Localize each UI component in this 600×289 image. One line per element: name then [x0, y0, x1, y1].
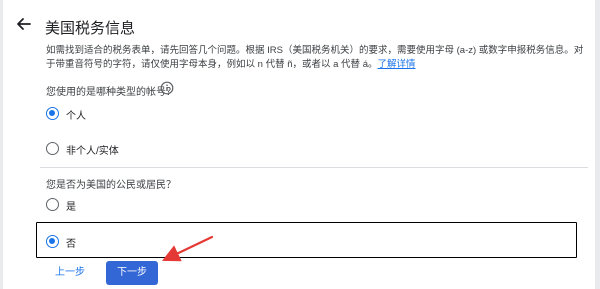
next-button[interactable]: 下一步	[106, 261, 158, 285]
back-arrow-icon[interactable]	[14, 14, 34, 34]
account-type-question: 您使用的是哪种类型的帐号？	[46, 87, 176, 98]
radio-no-option[interactable]	[36, 222, 577, 258]
radio-entity-label[interactable]: 非个人/实体	[66, 142, 119, 157]
radio-individual[interactable]	[46, 107, 59, 120]
learn-more-link[interactable]: 了解详情	[377, 59, 415, 70]
radio-yes-label[interactable]: 是	[66, 198, 76, 213]
page-edge-left	[0, 0, 3, 289]
radio-yes[interactable]	[46, 198, 59, 211]
radio-entity[interactable]	[46, 142, 59, 155]
intro-description: 如需找到适合的税务表单，请先回答几个问题。根据 IRS（美国税务机关）的要求，需…	[46, 44, 588, 72]
page-title: 美国税务信息	[45, 20, 136, 37]
prev-button[interactable]: 上一步	[46, 263, 94, 283]
section-divider	[40, 167, 588, 168]
intro-text: 如需找到适合的税务表单，请先回答几个问题。根据 IRS（美国税务机关）的要求，需…	[46, 45, 584, 70]
radio-individual-label[interactable]: 个人	[66, 107, 86, 122]
radio-no[interactable]	[46, 235, 59, 248]
radio-no-label[interactable]: 否	[66, 235, 76, 250]
page-edge-right	[595, 0, 600, 289]
us-citizen-question: 您是否为美国的公民或居民？	[46, 180, 176, 191]
help-circle-icon[interactable]	[160, 81, 174, 95]
